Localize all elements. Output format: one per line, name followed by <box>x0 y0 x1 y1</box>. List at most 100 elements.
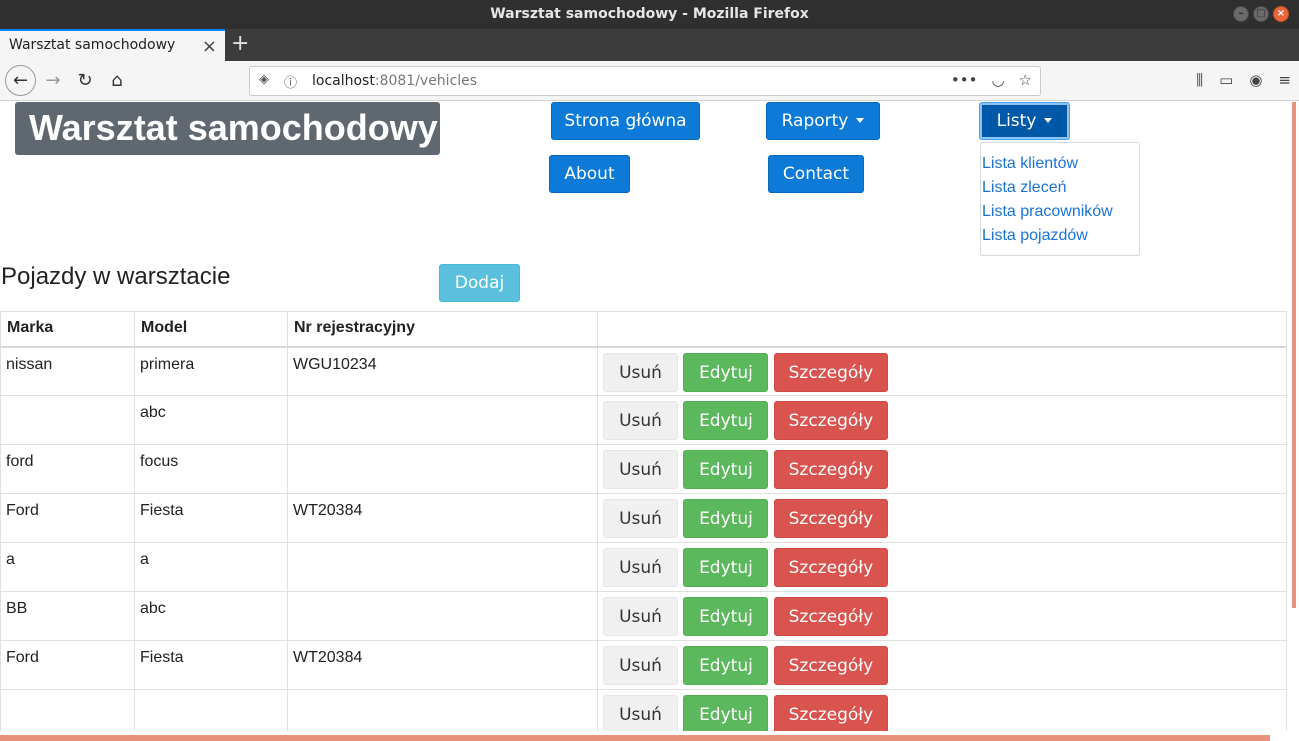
page-content: Warsztat samochodowy Strona główna Rapor… <box>0 102 1287 731</box>
edit-button[interactable]: Edytuj <box>683 695 769 731</box>
menu-icon[interactable]: ≡ <box>1278 71 1291 89</box>
close-window-icon[interactable]: × <box>1273 6 1289 22</box>
tracking-shield-icon[interactable]: ◈ <box>259 72 269 87</box>
details-button[interactable]: Szczegóły <box>773 597 888 636</box>
cell-marka: ford <box>0 444 135 494</box>
cell-actions: Usuń Edytuj Szczegóły <box>597 689 1287 731</box>
nav-about-button[interactable]: About <box>549 155 630 193</box>
cell-model: abc <box>134 395 288 445</box>
nav-reports-dropdown[interactable]: Raporty <box>766 102 880 140</box>
cell-marka: Ford <box>0 493 135 543</box>
reload-icon[interactable]: ↻ <box>70 66 100 96</box>
dropdown-item-vehicles[interactable]: Lista pojazdów <box>981 224 1139 248</box>
cell-marka: a <box>0 542 135 592</box>
cell-actions: Usuń Edytuj Szczegóły <box>597 640 1287 690</box>
dropdown-item-orders[interactable]: Lista zleceń <box>981 176 1139 200</box>
cell-actions: Usuń Edytuj Szczegóły <box>597 346 1287 396</box>
delete-button[interactable]: Usuń <box>603 646 678 685</box>
dropdown-item-employees[interactable]: Lista pracowników <box>981 200 1139 224</box>
edit-button[interactable]: Edytuj <box>683 646 769 685</box>
cell-actions: Usuń Edytuj Szczegóły <box>597 493 1287 543</box>
details-button[interactable]: Szczegóły <box>773 548 888 587</box>
cell-marka <box>0 689 135 731</box>
browser-toolbar: ← → ↻ ⌂ ◈ ⓘ localhost:8081/vehicles ••• … <box>0 61 1299 101</box>
header-marka: Marka <box>0 311 135 348</box>
cell-nr-rejestracyjny: WGU10234 <box>287 346 598 396</box>
table-row: Usuń Edytuj Szczegóły <box>0 689 1287 731</box>
details-button[interactable]: Szczegóły <box>773 450 888 489</box>
cell-nr-rejestracyjny <box>287 444 598 494</box>
cell-actions: Usuń Edytuj Szczegóły <box>597 444 1287 494</box>
bookmark-star-icon[interactable]: ☆ <box>1019 71 1032 89</box>
edit-button[interactable]: Edytuj <box>683 548 769 587</box>
edit-button[interactable]: Edytuj <box>683 499 769 538</box>
cell-nr-rejestracyjny: WT20384 <box>287 493 598 543</box>
page-edge-accent <box>1287 102 1299 736</box>
dropdown-item-clients[interactable]: Lista klientów <box>981 152 1139 176</box>
table-row: Ford Fiesta WT20384 Usuń Edytuj Szczegóły <box>0 493 1287 543</box>
edit-button[interactable]: Edytuj <box>683 597 769 636</box>
minimize-icon[interactable]: – <box>1233 6 1249 22</box>
pocket-icon[interactable]: ◡ <box>991 71 1004 89</box>
cell-model <box>134 689 288 731</box>
cell-marka: BB <box>0 591 135 641</box>
forward-icon[interactable]: → <box>38 66 68 96</box>
delete-button[interactable]: Usuń <box>603 401 678 440</box>
nav-lists-dropdown[interactable]: Listy <box>979 102 1070 140</box>
page-actions-icon[interactable]: ••• <box>951 71 978 89</box>
sidebar-icon[interactable]: ▭ <box>1219 71 1233 89</box>
cell-model: primera <box>134 346 288 396</box>
table-row: abc Usuń Edytuj Szczegóły <box>0 395 1287 445</box>
account-icon[interactable]: ◉ <box>1249 71 1262 89</box>
url-bar[interactable]: ◈ ⓘ localhost:8081/vehicles ••• ◡ ☆ <box>249 66 1041 96</box>
nav-contact-button[interactable]: Contact <box>768 155 864 193</box>
header-actions <box>597 311 1287 348</box>
cell-marka: nissan <box>0 346 135 396</box>
vehicles-table: Marka Model Nr rejestracyjny nissan prime… <box>0 311 1287 731</box>
cell-model: abc <box>134 591 288 641</box>
details-button[interactable]: Szczegóły <box>773 695 888 731</box>
details-button[interactable]: Szczegóły <box>773 352 888 392</box>
delete-button[interactable]: Usuń <box>603 548 678 587</box>
table-row: BB abc Usuń Edytuj Szczegóły <box>0 591 1287 641</box>
tab-close-icon[interactable]: × <box>202 36 217 57</box>
cell-nr-rejestracyjny <box>287 542 598 592</box>
caret-down-icon <box>1044 117 1053 123</box>
cell-model: Fiesta <box>134 493 288 543</box>
edit-button[interactable]: Edytuj <box>683 401 769 440</box>
browser-tab[interactable]: Warsztat samochodowy × <box>0 29 225 61</box>
header-nr-rejestracyjny: Nr rejestracyjny <box>287 311 598 348</box>
back-icon[interactable]: ← <box>5 65 36 96</box>
window-title: Warsztat samochodowy - Mozilla Firefox <box>490 6 809 22</box>
cell-nr-rejestracyjny <box>287 395 598 445</box>
edit-button[interactable]: Edytuj <box>683 352 769 392</box>
delete-button[interactable]: Usuń <box>603 450 678 489</box>
url-text[interactable]: localhost:8081/vehicles <box>312 73 477 89</box>
cell-actions: Usuń Edytuj Szczegóły <box>597 591 1287 641</box>
window-titlebar: Warsztat samochodowy - Mozilla Firefox –… <box>0 0 1299 29</box>
site-info-icon[interactable]: ⓘ <box>284 72 297 91</box>
home-icon[interactable]: ⌂ <box>102 66 132 96</box>
header-model: Model <box>134 311 288 348</box>
lists-dropdown-menu: Lista klientów Lista zleceń Lista pracow… <box>980 142 1140 256</box>
cell-marka <box>0 395 135 445</box>
window-controls: – □ × <box>1233 6 1289 22</box>
new-tab-icon[interactable]: + <box>231 31 249 56</box>
delete-button[interactable]: Usuń <box>603 597 678 636</box>
table-row: nissan primera WGU10234 Usuń Edytuj Szczegó… <box>0 346 1287 396</box>
cell-actions: Usuń Edytuj Szczegóły <box>597 395 1287 445</box>
delete-button[interactable]: Usuń <box>603 499 678 538</box>
library-icon[interactable]: ⫼ <box>1196 71 1203 89</box>
tab-title: Warsztat samochodowy <box>9 37 176 53</box>
nav-home-button[interactable]: Strona główna <box>551 102 700 140</box>
details-button[interactable]: Szczegóły <box>773 401 888 440</box>
delete-button[interactable]: Usuń <box>603 352 678 392</box>
details-button[interactable]: Szczegóły <box>773 646 888 685</box>
add-vehicle-button[interactable]: Dodaj <box>439 264 520 302</box>
maximize-icon[interactable]: □ <box>1253 6 1269 22</box>
edit-button[interactable]: Edytuj <box>683 450 769 489</box>
delete-button[interactable]: Usuń <box>603 695 678 731</box>
cell-nr-rejestracyjny: WT20384 <box>287 640 598 690</box>
details-button[interactable]: Szczegóły <box>773 499 888 538</box>
caret-down-icon <box>856 117 865 123</box>
